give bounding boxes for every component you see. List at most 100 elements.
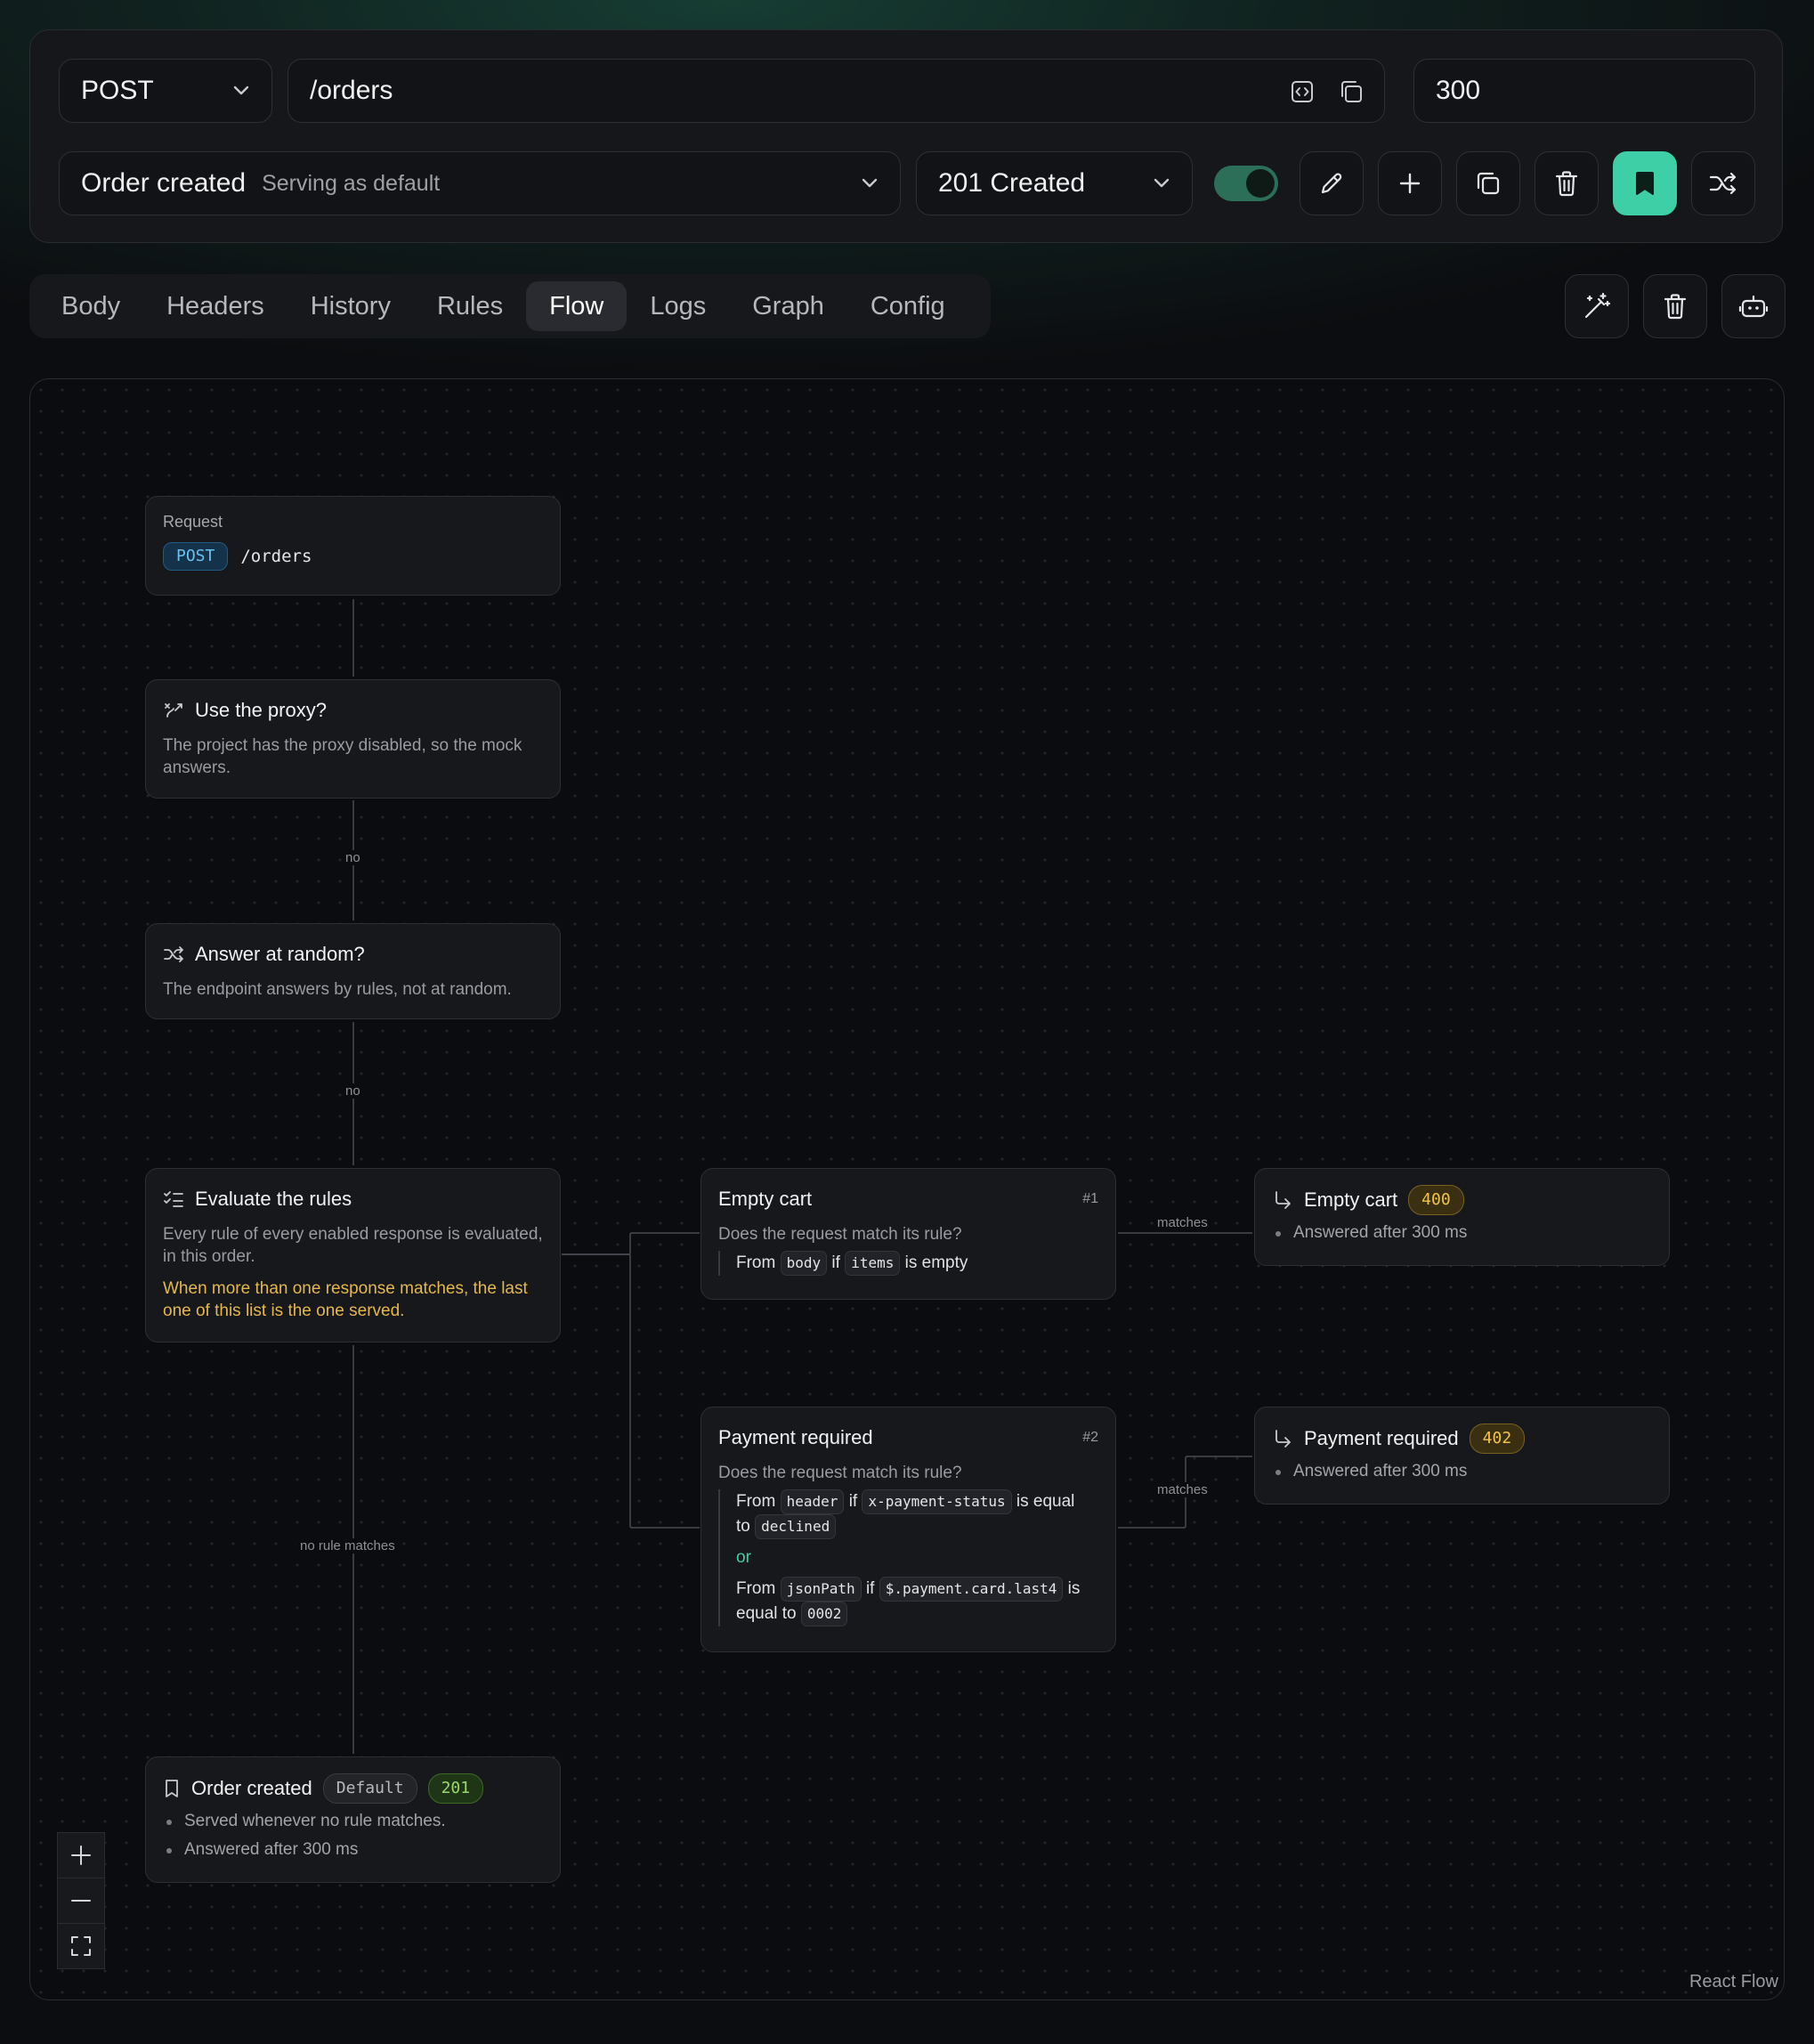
result-detail: Answered after 300 ms (1272, 1219, 1652, 1247)
edge-label-no-rule-matches: no rule matches (296, 1538, 399, 1553)
condition-operator: is (1067, 1579, 1081, 1598)
default-detail: Served whenever no rule matches. (163, 1807, 543, 1836)
wand-icon (1584, 292, 1611, 319)
condition-target: $.payment.card.last4 (879, 1577, 1064, 1602)
result-detail: Answered after 300 ms (1272, 1457, 1652, 1486)
condition-from: From (736, 1579, 776, 1598)
tab-headers[interactable]: Headers (143, 281, 287, 331)
bookmark-icon (166, 1780, 178, 1797)
condition-target: x-payment-status (862, 1489, 1012, 1514)
edge-evaluate-rule1 (562, 1232, 700, 1255)
rule-conditions: From header if x-payment-status is equal… (718, 1489, 1098, 1626)
condition-source: jsonPath (780, 1577, 862, 1602)
condition-from: From (736, 1253, 776, 1272)
or-separator: or (736, 1548, 751, 1567)
magic-wand-button[interactable] (1565, 274, 1629, 338)
tab-history[interactable]: History (287, 281, 414, 331)
condition-target: items (845, 1251, 901, 1276)
condition-if: if (831, 1253, 840, 1272)
tab-rules[interactable]: Rules (414, 281, 526, 331)
rule-title: Payment required (718, 1426, 873, 1448)
ai-assistant-button[interactable] (1721, 274, 1786, 338)
delete-endpoint-button[interactable] (1643, 274, 1707, 338)
random-button[interactable] (1691, 151, 1755, 215)
minus-icon (71, 1900, 91, 1902)
rule-index: #2 (1082, 1430, 1098, 1445)
rule-index: #1 (1082, 1191, 1098, 1206)
evaluate-desc: Every rule of every enabled response is … (163, 1225, 543, 1266)
bookmark-icon (1636, 172, 1654, 195)
rule-question: Does the request match its rule? (718, 1464, 962, 1482)
condition-from: From (736, 1492, 776, 1511)
condition-operator: to (736, 1517, 750, 1536)
trash-icon (1555, 171, 1578, 197)
edit-button[interactable] (1300, 151, 1364, 215)
result-node-empty-cart[interactable]: Empty cart 400 Answered after 300 ms (1254, 1168, 1670, 1266)
code-icon[interactable] (1290, 79, 1315, 104)
enabled-toggle[interactable] (1214, 166, 1278, 201)
bot-icon (1738, 295, 1769, 318)
corner-down-right-icon (1275, 1430, 1291, 1448)
fit-view-button[interactable] (58, 1924, 104, 1968)
set-default-button[interactable] (1613, 151, 1677, 215)
condition-source: header (780, 1489, 845, 1514)
rule-condition: From body if items is empty (718, 1251, 1098, 1276)
request-label: Request (163, 513, 223, 531)
default-title: Order created (191, 1777, 312, 1799)
request-node[interactable]: Request POST /orders (145, 496, 561, 596)
status-badge: 400 (1408, 1185, 1464, 1215)
rule-question: Does the request match its rule? (718, 1225, 962, 1244)
duplicate-button[interactable] (1456, 151, 1520, 215)
rule-title: Empty cart (718, 1188, 813, 1210)
react-flow-attribution[interactable]: React Flow (1689, 1972, 1778, 1992)
chevron-down-icon (1154, 178, 1170, 188)
tab-logs[interactable]: Logs (627, 281, 729, 331)
tab-flow[interactable]: Flow (526, 281, 628, 331)
endpoint-tabs: Body Headers History Rules Flow Logs Gra… (29, 274, 991, 338)
plus-icon (1399, 173, 1421, 194)
edge-label-no: no (342, 850, 364, 865)
response-select[interactable]: Order created Serving as default (59, 151, 901, 215)
condition-value: declined (755, 1514, 837, 1539)
copy-icon (1477, 172, 1500, 195)
rule-node-payment-required[interactable]: Payment required #2 Does the request mat… (700, 1407, 1116, 1652)
result-node-payment-required[interactable]: Payment required 402 Answered after 300 … (1254, 1407, 1670, 1505)
delay-input[interactable]: 300 (1413, 59, 1755, 123)
edge-evaluate-rule2 (562, 1253, 700, 1529)
add-response-button[interactable] (1378, 151, 1442, 215)
fit-view-icon (71, 1936, 91, 1956)
proxy-desc: The project has the proxy disabled, so t… (163, 736, 522, 777)
random-desc: The endpoint answers by rules, not at ra… (163, 980, 512, 999)
status-badge: 201 (427, 1773, 484, 1804)
corner-down-right-icon (1275, 1191, 1291, 1209)
flow-canvas[interactable]: no no no rule matches matches matches Re… (29, 378, 1785, 2000)
proxy-title: Use the proxy? (195, 699, 327, 721)
method-value: POST (81, 76, 154, 105)
rule-node-empty-cart[interactable]: Empty cart #1 Does the request match its… (700, 1168, 1116, 1300)
edge-label-matches: matches (1154, 1215, 1211, 1230)
copy-icon[interactable] (1338, 78, 1365, 105)
condition-value: 0002 (800, 1602, 848, 1626)
proxy-node[interactable]: Use the proxy? The project has the proxy… (145, 679, 561, 799)
tab-graph[interactable]: Graph (729, 281, 847, 331)
tab-body[interactable]: Body (38, 281, 143, 331)
response-status-text: Serving as default (262, 170, 441, 196)
method-select[interactable]: POST (59, 59, 272, 123)
tab-config[interactable]: Config (847, 281, 968, 331)
evaluate-node[interactable]: Evaluate the rules Every rule of every e… (145, 1168, 561, 1342)
edge-label-matches: matches (1154, 1482, 1211, 1497)
zoom-out-button[interactable] (58, 1878, 104, 1924)
condition-operator: is equal (1016, 1492, 1075, 1511)
delete-response-button[interactable] (1535, 151, 1599, 215)
zoom-in-button[interactable] (58, 1833, 104, 1878)
condition-operator: equal to (736, 1604, 797, 1623)
toggle-knob (1246, 169, 1275, 198)
plus-icon (71, 1845, 91, 1865)
endpoint-header-card: POST /orders 300 Order created Serving a… (29, 29, 1783, 243)
condition-source: body (780, 1251, 828, 1276)
default-response-node[interactable]: Order created Default 201 Served wheneve… (145, 1756, 561, 1883)
default-tag: Default (322, 1773, 417, 1804)
status-code-select[interactable]: 201 Created (916, 151, 1193, 215)
random-node[interactable]: Answer at random? The endpoint answers b… (145, 923, 561, 1019)
path-input[interactable]: /orders (287, 59, 1385, 123)
